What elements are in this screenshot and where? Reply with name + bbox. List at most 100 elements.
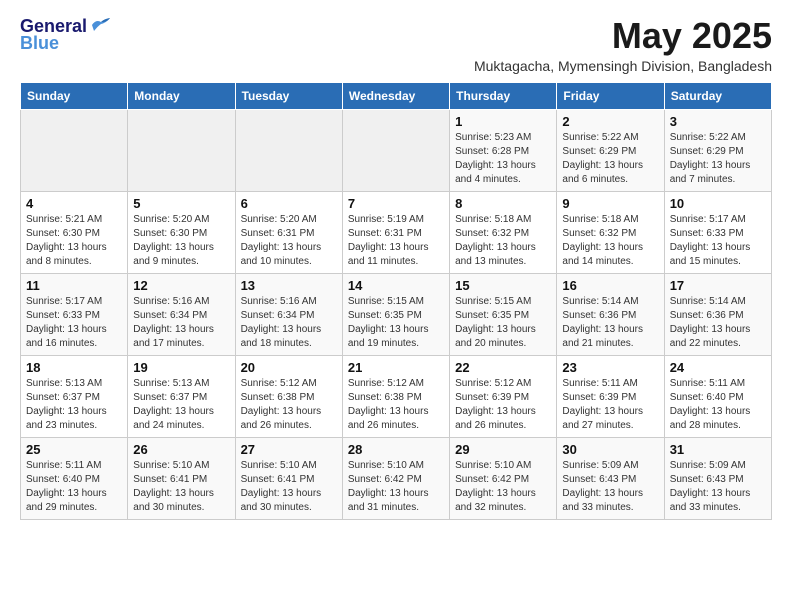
- day-number: 29: [455, 442, 551, 457]
- day-number: 14: [348, 278, 444, 293]
- day-number: 6: [241, 196, 337, 211]
- calendar-cell: 15 Sunrise: 5:15 AM Sunset: 6:35 PM Dayli…: [450, 273, 557, 355]
- calendar-cell: 11 Sunrise: 5:17 AM Sunset: 6:33 PM Dayli…: [21, 273, 128, 355]
- calendar-cell: 5 Sunrise: 5:20 AM Sunset: 6:30 PM Daylig…: [128, 191, 235, 273]
- day-number: 11: [26, 278, 122, 293]
- day-info: Sunrise: 5:19 AM Sunset: 6:31 PM Dayligh…: [348, 213, 444, 269]
- day-info: Sunrise: 5:16 AM Sunset: 6:34 PM Dayligh…: [133, 295, 229, 351]
- logo: General Blue: [20, 16, 112, 54]
- day-info: Sunrise: 5:20 AM Sunset: 6:30 PM Dayligh…: [133, 213, 229, 269]
- title-section: May 2025 Muktagacha, Mymensingh Division…: [474, 16, 772, 74]
- weekday-header-tuesday: Tuesday: [235, 82, 342, 109]
- day-number: 17: [670, 278, 766, 293]
- calendar-cell: 18Sunrise: 5:13 AM Sunset: 6:37 PM Dayli…: [21, 355, 128, 437]
- day-info: Sunrise: 5:22 AM Sunset: 6:29 PM Dayligh…: [670, 131, 766, 187]
- calendar-cell: 28 Sunrise: 5:10 AM Sunset: 6:42 PM Dayli…: [342, 437, 449, 519]
- day-info: Sunrise: 5:15 AM Sunset: 6:35 PM Dayligh…: [348, 295, 444, 351]
- day-info: Sunrise: 5:22 AM Sunset: 6:29 PM Dayligh…: [562, 131, 658, 187]
- calendar-cell: 31 Sunrise: 5:09 AM Sunset: 6:43 PM Dayli…: [664, 437, 771, 519]
- day-info: Sunrise: 5:13 AM Sunset: 6:37 PM Dayligh…: [133, 377, 229, 433]
- calendar-cell: 7 Sunrise: 5:19 AM Sunset: 6:31 PM Daylig…: [342, 191, 449, 273]
- day-number: 21: [348, 360, 444, 375]
- day-info: Sunrise: 5:18 AM Sunset: 6:32 PM Dayligh…: [455, 213, 551, 269]
- day-number: 19: [133, 360, 229, 375]
- day-number: 15: [455, 278, 551, 293]
- logo-blue: Blue: [20, 33, 59, 54]
- location-subtitle: Muktagacha, Mymensingh Division, Banglad…: [474, 58, 772, 74]
- day-number: 16: [562, 278, 658, 293]
- day-info: Sunrise: 5:09 AM Sunset: 6:43 PM Dayligh…: [562, 459, 658, 515]
- calendar-cell: [128, 109, 235, 191]
- day-info: Sunrise: 5:11 AM Sunset: 6:39 PM Dayligh…: [562, 377, 658, 433]
- day-number: 25: [26, 442, 122, 457]
- day-info: Sunrise: 5:17 AM Sunset: 6:33 PM Dayligh…: [670, 213, 766, 269]
- day-number: 23: [562, 360, 658, 375]
- day-number: 30: [562, 442, 658, 457]
- day-info: Sunrise: 5:16 AM Sunset: 6:34 PM Dayligh…: [241, 295, 337, 351]
- month-title: May 2025: [474, 16, 772, 56]
- calendar-cell: 25 Sunrise: 5:11 AM Sunset: 6:40 PM Dayli…: [21, 437, 128, 519]
- day-info: Sunrise: 5:09 AM Sunset: 6:43 PM Dayligh…: [670, 459, 766, 515]
- day-info: Sunrise: 5:13 AM Sunset: 6:37 PM Dayligh…: [26, 377, 122, 433]
- day-number: 28: [348, 442, 444, 457]
- calendar-cell: 26Sunrise: 5:10 AM Sunset: 6:41 PM Dayli…: [128, 437, 235, 519]
- calendar-cell: 14 Sunrise: 5:15 AM Sunset: 6:35 PM Dayli…: [342, 273, 449, 355]
- calendar-cell: 13 Sunrise: 5:16 AM Sunset: 6:34 PM Dayli…: [235, 273, 342, 355]
- calendar-cell: 21 Sunrise: 5:12 AM Sunset: 6:38 PM Dayli…: [342, 355, 449, 437]
- calendar-cell: 19 Sunrise: 5:13 AM Sunset: 6:37 PM Dayli…: [128, 355, 235, 437]
- day-info: Sunrise: 5:12 AM Sunset: 6:39 PM Dayligh…: [455, 377, 551, 433]
- calendar-week-row: 4 Sunrise: 5:21 AM Sunset: 6:30 PM Daylig…: [21, 191, 772, 273]
- weekday-header-friday: Friday: [557, 82, 664, 109]
- calendar-cell: 3 Sunrise: 5:22 AM Sunset: 6:29 PM Daylig…: [664, 109, 771, 191]
- day-number: 5: [133, 196, 229, 211]
- day-number: 4: [26, 196, 122, 211]
- calendar-cell: 2 Sunrise: 5:22 AM Sunset: 6:29 PM Daylig…: [557, 109, 664, 191]
- day-info: Sunrise: 5:11 AM Sunset: 6:40 PM Dayligh…: [670, 377, 766, 433]
- weekday-header-saturday: Saturday: [664, 82, 771, 109]
- calendar-week-row: 11 Sunrise: 5:17 AM Sunset: 6:33 PM Dayli…: [21, 273, 772, 355]
- day-info: Sunrise: 5:21 AM Sunset: 6:30 PM Dayligh…: [26, 213, 122, 269]
- day-number: 31: [670, 442, 766, 457]
- day-info: Sunrise: 5:12 AM Sunset: 6:38 PM Dayligh…: [241, 377, 337, 433]
- day-info: Sunrise: 5:14 AM Sunset: 6:36 PM Dayligh…: [562, 295, 658, 351]
- calendar-week-row: 25 Sunrise: 5:11 AM Sunset: 6:40 PM Dayli…: [21, 437, 772, 519]
- day-number: 1: [455, 114, 551, 129]
- day-number: 13: [241, 278, 337, 293]
- calendar-table: SundayMondayTuesdayWednesdayThursdayFrid…: [20, 82, 772, 520]
- page-header: General Blue May 2025 Muktagacha, Mymens…: [20, 16, 772, 74]
- day-info: Sunrise: 5:10 AM Sunset: 6:42 PM Dayligh…: [348, 459, 444, 515]
- calendar-cell: 17Sunrise: 5:14 AM Sunset: 6:36 PM Dayli…: [664, 273, 771, 355]
- weekday-header-monday: Monday: [128, 82, 235, 109]
- calendar-cell: 10Sunrise: 5:17 AM Sunset: 6:33 PM Dayli…: [664, 191, 771, 273]
- calendar-week-row: 1 Sunrise: 5:23 AM Sunset: 6:28 PM Daylig…: [21, 109, 772, 191]
- day-info: Sunrise: 5:15 AM Sunset: 6:35 PM Dayligh…: [455, 295, 551, 351]
- calendar-cell: 8 Sunrise: 5:18 AM Sunset: 6:32 PM Daylig…: [450, 191, 557, 273]
- day-number: 26: [133, 442, 229, 457]
- day-info: Sunrise: 5:10 AM Sunset: 6:41 PM Dayligh…: [241, 459, 337, 515]
- calendar-cell: 6Sunrise: 5:20 AM Sunset: 6:31 PM Daylig…: [235, 191, 342, 273]
- logo-bird-icon: [90, 17, 112, 33]
- weekday-header-wednesday: Wednesday: [342, 82, 449, 109]
- day-number: 2: [562, 114, 658, 129]
- day-info: Sunrise: 5:18 AM Sunset: 6:32 PM Dayligh…: [562, 213, 658, 269]
- calendar-cell: 20 Sunrise: 5:12 AM Sunset: 6:38 PM Dayli…: [235, 355, 342, 437]
- calendar-body: 1 Sunrise: 5:23 AM Sunset: 6:28 PM Daylig…: [21, 109, 772, 519]
- calendar-cell: [342, 109, 449, 191]
- calendar-cell: 29Sunrise: 5:10 AM Sunset: 6:42 PM Dayli…: [450, 437, 557, 519]
- day-number: 20: [241, 360, 337, 375]
- calendar-cell: 23 Sunrise: 5:11 AM Sunset: 6:39 PM Dayli…: [557, 355, 664, 437]
- day-info: Sunrise: 5:11 AM Sunset: 6:40 PM Dayligh…: [26, 459, 122, 515]
- day-number: 27: [241, 442, 337, 457]
- day-info: Sunrise: 5:12 AM Sunset: 6:38 PM Dayligh…: [348, 377, 444, 433]
- day-number: 3: [670, 114, 766, 129]
- day-number: 9: [562, 196, 658, 211]
- calendar-cell: 30 Sunrise: 5:09 AM Sunset: 6:43 PM Dayli…: [557, 437, 664, 519]
- calendar-cell: 1 Sunrise: 5:23 AM Sunset: 6:28 PM Daylig…: [450, 109, 557, 191]
- day-info: Sunrise: 5:17 AM Sunset: 6:33 PM Dayligh…: [26, 295, 122, 351]
- day-number: 8: [455, 196, 551, 211]
- calendar-cell: 12Sunrise: 5:16 AM Sunset: 6:34 PM Dayli…: [128, 273, 235, 355]
- calendar-cell: 27 Sunrise: 5:10 AM Sunset: 6:41 PM Dayli…: [235, 437, 342, 519]
- day-number: 7: [348, 196, 444, 211]
- calendar-cell: 16 Sunrise: 5:14 AM Sunset: 6:36 PM Dayli…: [557, 273, 664, 355]
- day-info: Sunrise: 5:23 AM Sunset: 6:28 PM Dayligh…: [455, 131, 551, 187]
